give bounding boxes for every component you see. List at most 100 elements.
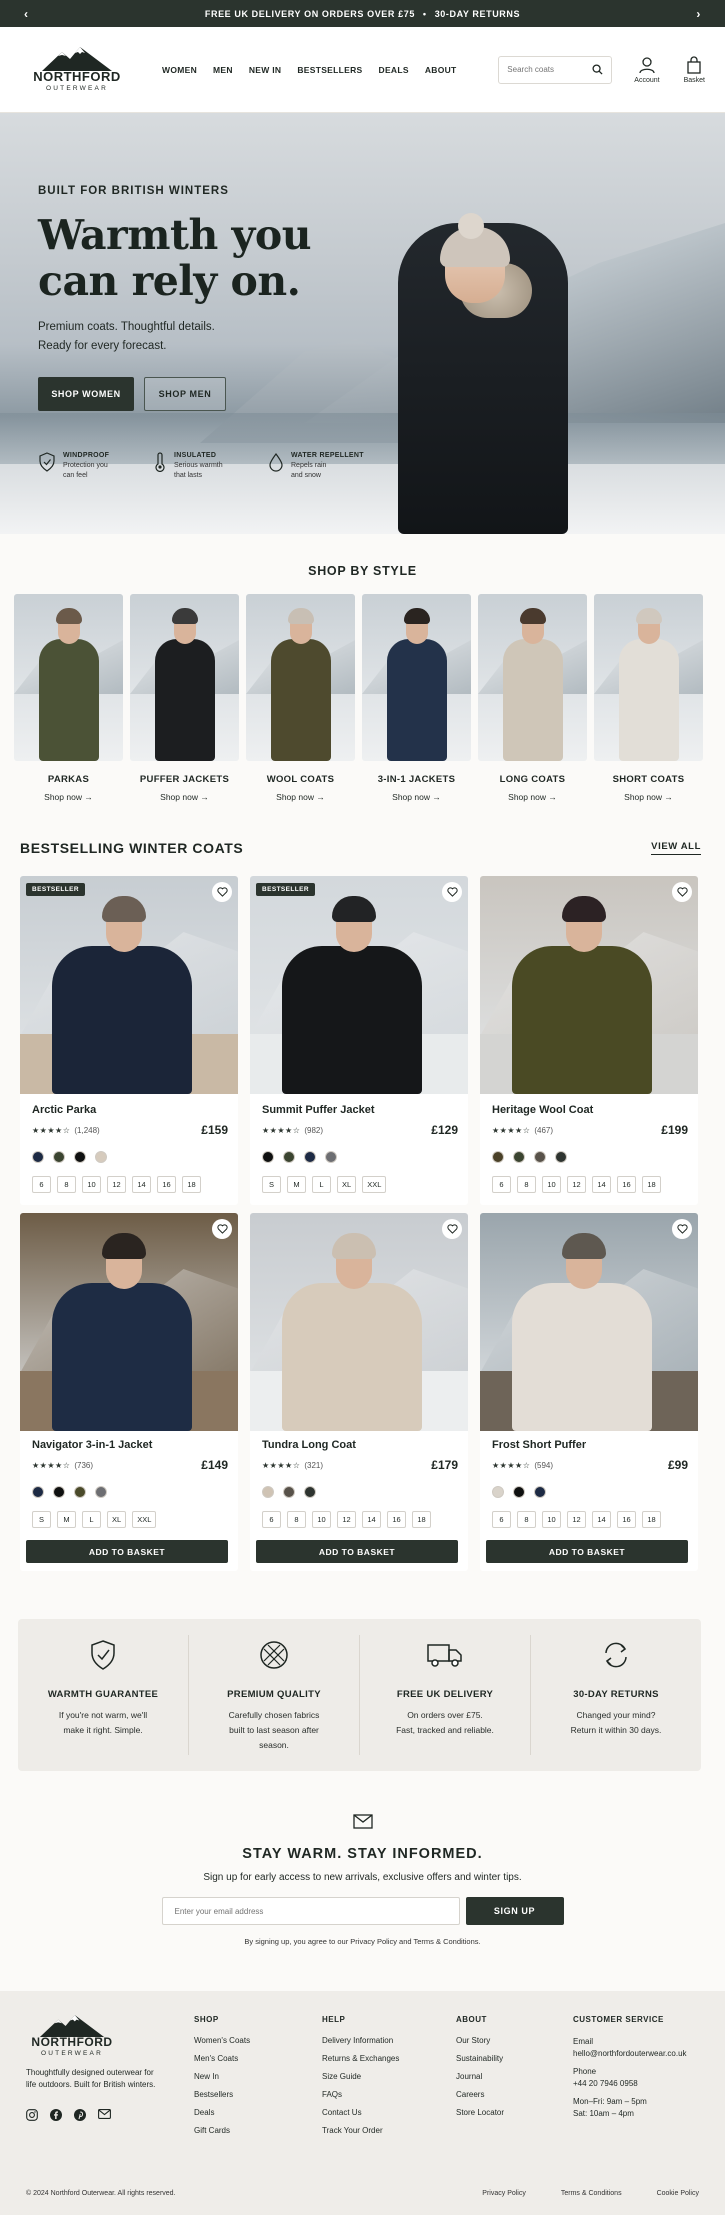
- footer-link[interactable]: Sustainability: [456, 2054, 573, 2063]
- color-swatch[interactable]: [325, 1151, 337, 1163]
- size-option[interactable]: 14: [592, 1176, 611, 1193]
- color-swatch[interactable]: [492, 1486, 504, 1498]
- size-option[interactable]: S: [32, 1511, 51, 1528]
- footer-logo[interactable]: NORTHFORD OUTERWEAR: [26, 2015, 118, 2057]
- wishlist-button[interactable]: [212, 1219, 232, 1239]
- shop-now-link[interactable]: Shop now →: [246, 792, 355, 802]
- footer-link[interactable]: Journal: [456, 2072, 573, 2081]
- style-card[interactable]: SHORT COATS Shop now →: [594, 594, 703, 802]
- pinterest-icon[interactable]: [74, 2109, 86, 2121]
- size-option[interactable]: 18: [182, 1176, 201, 1193]
- footer-link[interactable]: Size Guide: [322, 2072, 456, 2081]
- color-swatch[interactable]: [74, 1486, 86, 1498]
- product-name[interactable]: Arctic Parka: [32, 1104, 228, 1116]
- color-swatch[interactable]: [262, 1151, 274, 1163]
- size-option[interactable]: XL: [107, 1511, 127, 1528]
- size-option[interactable]: 14: [362, 1511, 381, 1528]
- cookie-policy-link[interactable]: Cookie Policy: [657, 2190, 699, 2197]
- shop-now-link[interactable]: Shop now →: [130, 792, 239, 802]
- style-card[interactable]: PUFFER JACKETS Shop now →: [130, 594, 239, 802]
- size-option[interactable]: 8: [57, 1176, 76, 1193]
- color-swatch[interactable]: [95, 1151, 107, 1163]
- color-swatch[interactable]: [534, 1486, 546, 1498]
- size-option[interactable]: 6: [492, 1511, 511, 1528]
- size-option[interactable]: 8: [517, 1176, 536, 1193]
- view-all-link[interactable]: VIEW ALL: [651, 841, 701, 855]
- terms-link[interactable]: Terms & Conditions: [561, 2190, 622, 2197]
- size-option[interactable]: 16: [617, 1176, 636, 1193]
- style-card[interactable]: WOOL COATS Shop now →: [246, 594, 355, 802]
- size-option[interactable]: 10: [542, 1511, 561, 1528]
- nav-women[interactable]: WOMEN: [162, 65, 197, 75]
- product-name[interactable]: Frost Short Puffer: [492, 1439, 688, 1451]
- search-input[interactable]: [507, 65, 588, 74]
- footer-phone[interactable]: +44 20 7946 0958: [573, 2078, 687, 2090]
- email-field[interactable]: [161, 1897, 460, 1925]
- footer-email[interactable]: hello@northfordouterwear.co.uk: [573, 2048, 687, 2060]
- search-icon[interactable]: [592, 64, 603, 75]
- size-option[interactable]: L: [312, 1176, 331, 1193]
- footer-link[interactable]: Careers: [456, 2090, 573, 2099]
- footer-link[interactable]: FAQs: [322, 2090, 456, 2099]
- size-option[interactable]: 16: [387, 1511, 406, 1528]
- product-name[interactable]: Navigator 3-in-1 Jacket: [32, 1439, 228, 1451]
- product-card[interactable]: Tundra Long Coat ★★★★☆ (321) £179 6 8 10 12 14 16…: [250, 1213, 468, 1571]
- shop-now-link[interactable]: Shop now →: [594, 792, 703, 802]
- style-card[interactable]: 3-IN-1 JACKETS Shop now →: [362, 594, 471, 802]
- size-option[interactable]: 12: [567, 1176, 586, 1193]
- style-card[interactable]: LONG COATS Shop now →: [478, 594, 587, 802]
- privacy-policy-link[interactable]: Privacy Policy: [482, 2190, 526, 2197]
- size-option[interactable]: 12: [567, 1511, 586, 1528]
- color-swatch[interactable]: [32, 1151, 44, 1163]
- product-card[interactable]: BESTSELLER Arctic Parka ★★★★☆ (1,248) £159 6 8…: [20, 876, 238, 1205]
- instagram-icon[interactable]: [26, 2109, 38, 2121]
- product-card[interactable]: Frost Short Puffer ★★★★☆ (594) £99 6 8 10 12 14 1…: [480, 1213, 698, 1571]
- nav-about[interactable]: ABOUT: [425, 65, 457, 75]
- wishlist-button[interactable]: [672, 1219, 692, 1239]
- size-option[interactable]: 14: [592, 1511, 611, 1528]
- footer-link[interactable]: Returns & Exchanges: [322, 2054, 456, 2063]
- footer-link[interactable]: Men's Coats: [194, 2054, 322, 2063]
- size-option[interactable]: 8: [517, 1511, 536, 1528]
- size-option[interactable]: 16: [617, 1511, 636, 1528]
- color-swatch[interactable]: [53, 1151, 65, 1163]
- product-name[interactable]: Tundra Long Coat: [262, 1439, 458, 1451]
- sign-up-button[interactable]: SIGN UP: [465, 1897, 564, 1925]
- prev-arrow-icon[interactable]: ‹: [24, 7, 29, 21]
- wishlist-button[interactable]: [442, 1219, 462, 1239]
- footer-link[interactable]: Our Story: [456, 2036, 573, 2045]
- next-arrow-icon[interactable]: ›: [696, 7, 701, 21]
- footer-link[interactable]: Contact Us: [322, 2108, 456, 2117]
- email-icon[interactable]: [98, 2109, 111, 2121]
- brand-logo[interactable]: NORTHFORD OUTERWEAR: [22, 47, 132, 92]
- nav-deals[interactable]: DEALS: [379, 65, 409, 75]
- account-link[interactable]: Account: [634, 56, 660, 84]
- nav-men[interactable]: MEN: [213, 65, 233, 75]
- size-option[interactable]: 8: [287, 1511, 306, 1528]
- size-option[interactable]: 18: [642, 1511, 661, 1528]
- style-card[interactable]: PARKAS Shop now →: [14, 594, 123, 802]
- size-option[interactable]: 10: [82, 1176, 101, 1193]
- size-option[interactable]: 18: [412, 1511, 431, 1528]
- wishlist-button[interactable]: [442, 882, 462, 902]
- size-option[interactable]: 6: [32, 1176, 51, 1193]
- size-option[interactable]: 12: [107, 1176, 126, 1193]
- color-swatch[interactable]: [283, 1151, 295, 1163]
- nav-new-in[interactable]: NEW IN: [249, 65, 282, 75]
- size-option[interactable]: M: [287, 1176, 306, 1193]
- shop-men-button[interactable]: SHOP MEN: [144, 377, 226, 411]
- color-swatch[interactable]: [304, 1151, 316, 1163]
- shop-women-button[interactable]: SHOP WOMEN: [38, 377, 134, 411]
- product-name[interactable]: Heritage Wool Coat: [492, 1104, 688, 1116]
- size-option[interactable]: 18: [642, 1176, 661, 1193]
- color-swatch[interactable]: [262, 1486, 274, 1498]
- add-to-basket-button[interactable]: ADD TO BASKET: [26, 1540, 228, 1563]
- product-name[interactable]: Summit Puffer Jacket: [262, 1104, 458, 1116]
- wishlist-button[interactable]: [212, 882, 232, 902]
- color-swatch[interactable]: [95, 1486, 107, 1498]
- size-option[interactable]: XXL: [362, 1176, 387, 1193]
- size-option[interactable]: 6: [262, 1511, 281, 1528]
- size-option[interactable]: XXL: [132, 1511, 157, 1528]
- footer-link[interactable]: Delivery Information: [322, 2036, 456, 2045]
- add-to-basket-button[interactable]: ADD TO BASKET: [486, 1540, 688, 1563]
